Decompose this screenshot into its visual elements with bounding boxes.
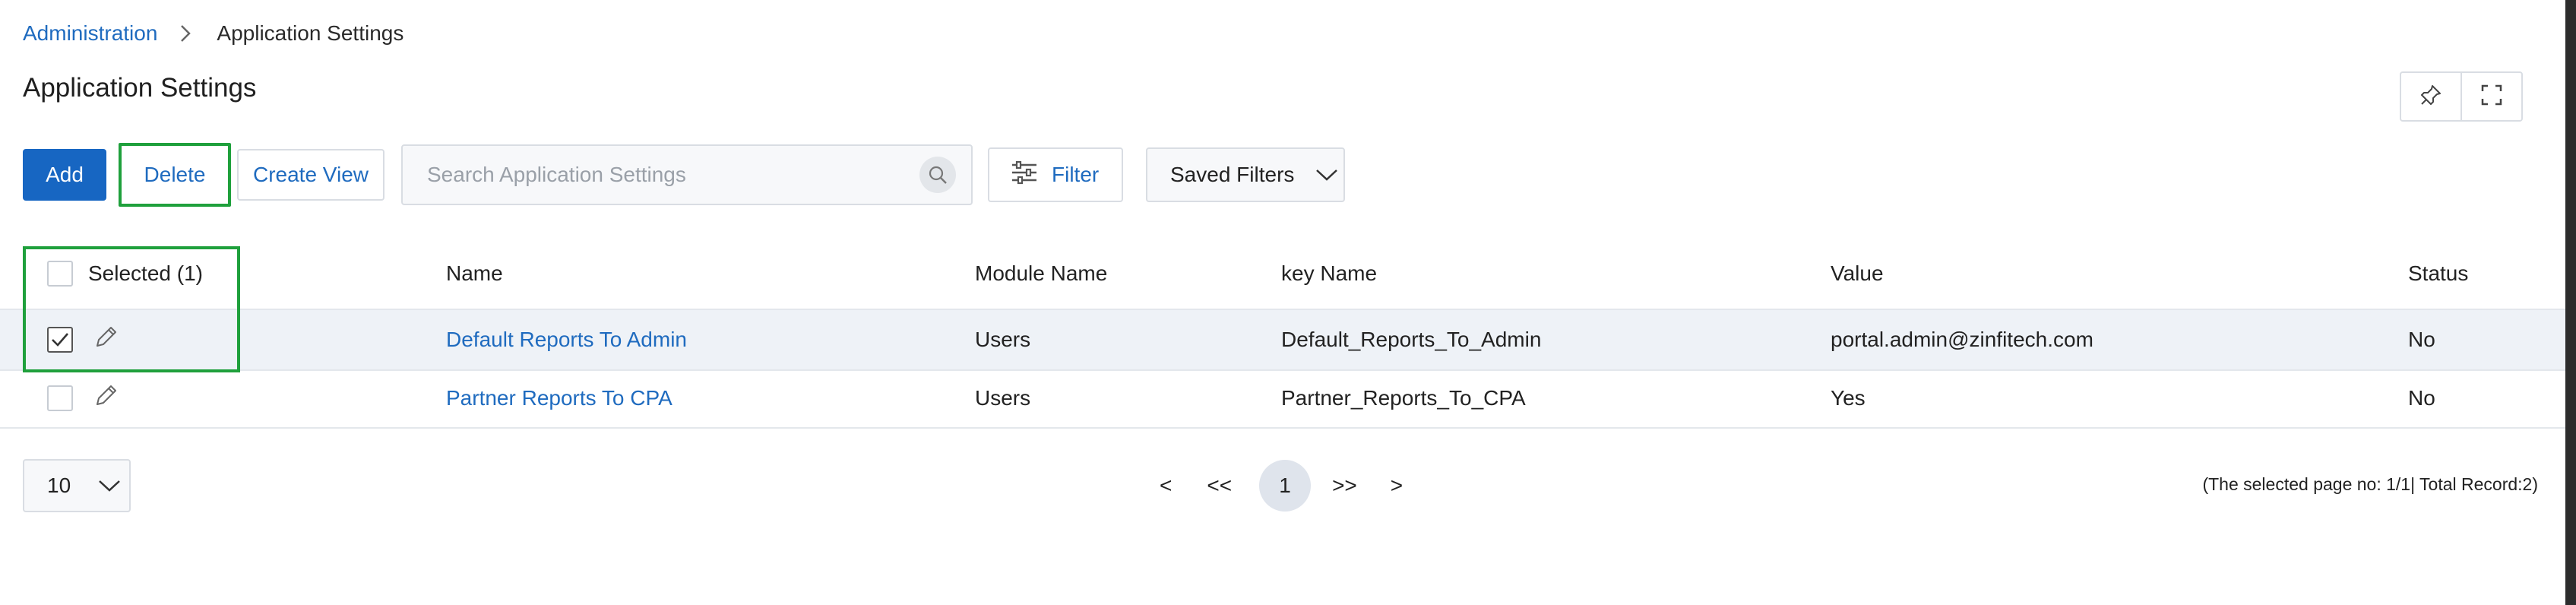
filter-button[interactable]: Filter [988,147,1123,202]
row-checkbox[interactable] [47,327,73,353]
fullscreen-button[interactable] [2460,73,2521,120]
row-name-link[interactable]: Partner Reports To CPA [446,386,672,410]
expand-icon [2480,84,2503,110]
select-all-cell: Selected (1) [47,261,203,287]
table-row[interactable]: Default Reports To Admin Users Default_R… [0,309,2565,371]
row-select-cell [47,383,119,414]
pagination: < << 1 >> > [1149,459,1403,512]
record-info: (The selected page no: 1/1| Total Record… [2202,474,2538,494]
next-page-button[interactable]: > [1391,474,1403,498]
window-edge [2565,0,2576,605]
row-module: Users [975,386,1031,410]
row-select-cell [47,325,119,356]
breadcrumb-administration-link[interactable]: Administration [23,21,157,46]
page-size-value: 10 [47,474,71,497]
page-title: Application Settings [23,73,257,103]
first-page-button[interactable]: << [1207,474,1232,498]
header-status[interactable]: Status [2408,261,2468,286]
selected-count-label: Selected (1) [88,261,203,285]
row-status: No [2408,328,2435,351]
row-name-link[interactable]: Default Reports To Admin [446,328,687,352]
create-view-button[interactable]: Create View [237,149,385,201]
header-key-name[interactable]: key Name [1281,261,1377,286]
pin-button[interactable] [2401,73,2460,120]
chevron-down-icon [1315,163,1338,187]
edit-pencil-icon[interactable] [93,325,119,356]
add-button[interactable]: Add [23,149,106,201]
row-key: Partner_Reports_To_CPA [1281,386,1526,410]
chevron-right-icon [180,24,191,43]
sliders-icon [1011,160,1038,190]
search-input[interactable] [426,162,919,188]
current-page-button[interactable]: 1 [1259,460,1312,512]
row-value: portal.admin@zinfitech.com [1831,328,2093,351]
breadcrumb: Administration Application Settings [23,18,403,49]
pin-icon [2419,84,2442,110]
prev-page-button[interactable]: < [1160,474,1172,498]
table-header: Selected (1) Name Module Name key Name V… [0,243,2565,304]
search-icon[interactable] [919,157,956,193]
table-row[interactable]: Partner Reports To CPA Users Partner_Rep… [0,369,2565,429]
chevron-down-icon [98,474,121,498]
toolbar: Add Delete Create View Filter Saved Filt… [23,143,1345,207]
page-size-select[interactable]: 10 [23,459,131,512]
delete-button[interactable]: Delete [119,143,231,207]
row-checkbox[interactable] [47,385,73,411]
page-actions [2400,71,2523,122]
saved-filters-dropdown[interactable]: Saved Filters [1146,147,1345,202]
filter-label: Filter [1052,163,1100,186]
edit-pencil-icon[interactable] [93,383,119,414]
row-status: No [2408,386,2435,410]
saved-filters-label: Saved Filters [1170,163,1295,186]
header-name[interactable]: Name [446,261,503,286]
row-key: Default_Reports_To_Admin [1281,328,1542,351]
select-all-checkbox[interactable] [47,261,73,287]
checkmark-icon [52,333,68,347]
row-value: Yes [1831,386,1866,410]
row-module: Users [975,328,1031,351]
breadcrumb-current: Application Settings [217,21,404,45]
last-page-button[interactable]: >> [1332,474,1357,498]
header-module-name[interactable]: Module Name [975,261,1107,286]
header-value[interactable]: Value [1831,261,1884,286]
search-box [401,144,973,205]
